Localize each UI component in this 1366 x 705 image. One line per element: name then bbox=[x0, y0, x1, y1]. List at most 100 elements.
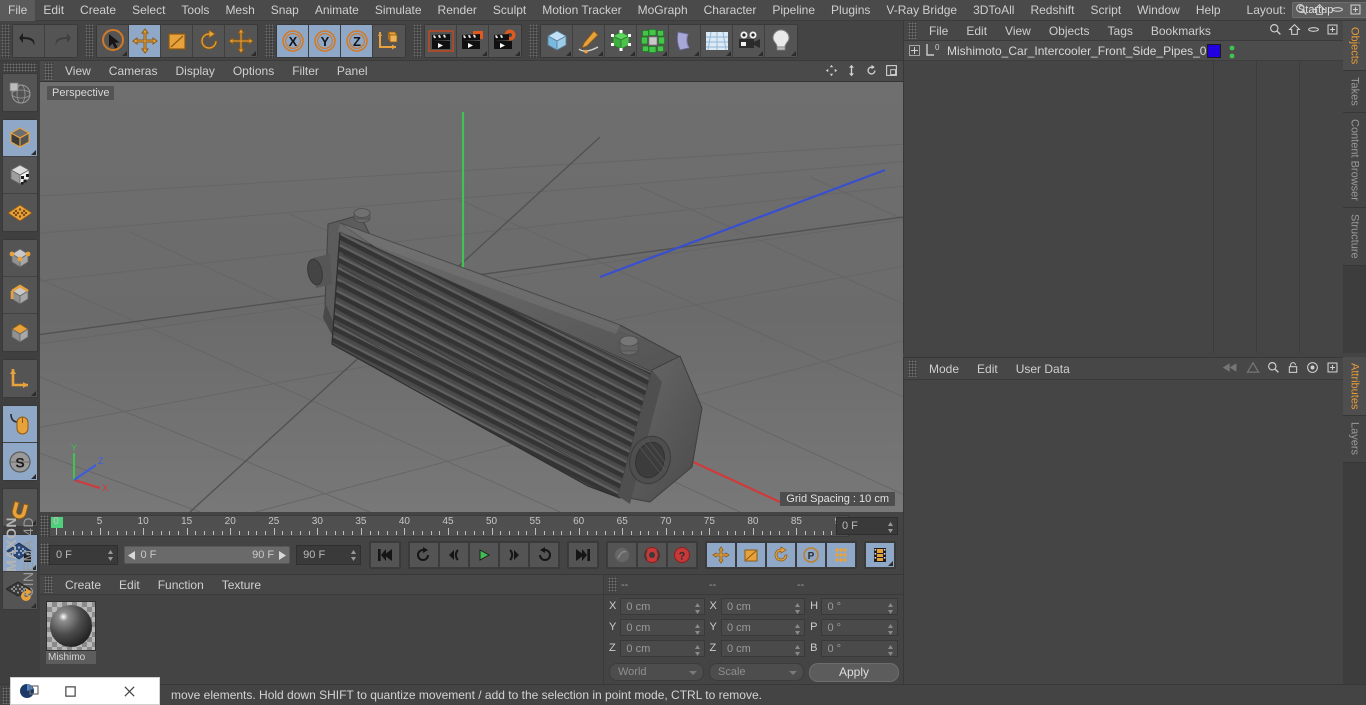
next-keyframe-icon[interactable] bbox=[529, 542, 559, 568]
material-menu-texture[interactable]: Texture bbox=[213, 575, 270, 595]
tab-objects[interactable]: Objects bbox=[1343, 21, 1366, 72]
point-level-animation-icon[interactable] bbox=[826, 542, 856, 568]
rotation-key-icon[interactable] bbox=[766, 542, 796, 568]
timeline-ruler[interactable]: 051015202530354045505560657075808590 bbox=[49, 515, 849, 537]
viewport-menu-cameras[interactable]: Cameras bbox=[100, 61, 167, 82]
menu-item-script[interactable]: Script bbox=[1082, 0, 1129, 21]
lock-z-axis-icon[interactable]: Z bbox=[341, 24, 373, 57]
object-menu-objects[interactable]: Objects bbox=[1040, 21, 1099, 41]
menu-item-vray-bridge[interactable]: V-Ray Bridge bbox=[878, 0, 965, 21]
enable-snapping-icon[interactable]: S bbox=[3, 443, 37, 480]
go-to-start-icon[interactable] bbox=[370, 542, 400, 568]
render-to-picture-viewer-icon[interactable] bbox=[457, 24, 489, 57]
object-menu-edit[interactable]: Edit bbox=[957, 21, 996, 41]
timeline-filmstrip-icon[interactable] bbox=[865, 542, 895, 568]
viewport-menu-filter[interactable]: Filter bbox=[283, 61, 328, 82]
target-icon[interactable] bbox=[1306, 361, 1319, 374]
tab-takes[interactable]: Takes bbox=[1343, 71, 1366, 114]
menu-item-3dtoall[interactable]: 3DToAll bbox=[965, 0, 1022, 21]
object-manager-row[interactable]: 0 Mishimoto_Car_Intercooler_Front_Side_P… bbox=[904, 41, 1343, 61]
material-manager-grip[interactable] bbox=[44, 576, 53, 593]
spinner-icon[interactable] bbox=[107, 550, 114, 561]
viewport-3d-canvas[interactable]: Perspective Grid Spacing : 10 cm Y X Z bbox=[40, 82, 903, 512]
object-menu-bookmarks[interactable]: Bookmarks bbox=[1142, 21, 1220, 41]
attribute-manager-grip[interactable] bbox=[908, 360, 917, 377]
coordinate-system-select[interactable]: World bbox=[609, 663, 704, 681]
object-menu-view[interactable]: View bbox=[996, 21, 1040, 41]
maximize-view-icon[interactable] bbox=[885, 64, 898, 77]
spinner-icon[interactable] bbox=[887, 623, 894, 635]
object-visibility-dots-icon[interactable] bbox=[1229, 45, 1235, 59]
toolbar-grip-4[interactable] bbox=[413, 23, 422, 58]
spinner-icon[interactable] bbox=[694, 644, 701, 656]
redo-icon[interactable] bbox=[45, 24, 77, 57]
spinner-icon[interactable] bbox=[794, 602, 801, 614]
viewport-menu-panel[interactable]: Panel bbox=[328, 61, 377, 82]
tab-layers[interactable]: Layers bbox=[1343, 416, 1366, 463]
object-tag-swatch[interactable] bbox=[1207, 44, 1221, 58]
back-nav-icon[interactable] bbox=[1222, 361, 1239, 374]
apply-button[interactable]: Apply bbox=[809, 662, 899, 682]
coord-size-z-field[interactable]: 0 cm bbox=[720, 639, 806, 657]
scale-key-icon[interactable] bbox=[736, 542, 766, 568]
coord-rotation-b-field[interactable]: 0 ° bbox=[821, 639, 898, 657]
range-right-arrow-icon[interactable] bbox=[278, 550, 287, 560]
object-manager-body[interactable]: 0 Mishimoto_Car_Intercooler_Front_Side_P… bbox=[904, 41, 1343, 353]
coordinates-manager-grip[interactable] bbox=[608, 577, 617, 592]
viewport-menu-grip[interactable] bbox=[44, 62, 53, 80]
tab-attributes[interactable]: Attributes bbox=[1343, 357, 1366, 417]
toolbar-grip-3[interactable] bbox=[265, 23, 274, 58]
spline-pen-icon[interactable] bbox=[573, 24, 605, 57]
lock-y-axis-icon[interactable]: Y bbox=[309, 24, 341, 57]
timeline-range-bar[interactable]: 0 F 90 F bbox=[124, 546, 291, 564]
close-window-button[interactable] bbox=[100, 685, 159, 698]
autokeying-icon[interactable] bbox=[607, 542, 637, 568]
coord-rotation-h-field[interactable]: 0 ° bbox=[821, 597, 898, 615]
viewport-menu-display[interactable]: Display bbox=[166, 61, 223, 82]
spinner-icon[interactable] bbox=[794, 623, 801, 635]
nurbs-generator-icon[interactable] bbox=[605, 24, 637, 57]
search-icon[interactable] bbox=[1267, 361, 1280, 374]
axis-modification-icon[interactable] bbox=[3, 360, 37, 397]
menu-item-pipeline[interactable]: Pipeline bbox=[764, 0, 823, 21]
search-icon[interactable] bbox=[1269, 23, 1282, 36]
menu-item-select[interactable]: Select bbox=[124, 0, 173, 21]
position-key-icon[interactable] bbox=[706, 542, 736, 568]
menu-item-simulate[interactable]: Simulate bbox=[367, 0, 430, 21]
coord-rotation-p-field[interactable]: 0 ° bbox=[821, 618, 898, 636]
menu-item-motion-tracker[interactable]: Motion Tracker bbox=[534, 0, 629, 21]
texture-mode-icon[interactable] bbox=[3, 157, 37, 194]
model-mode-icon[interactable] bbox=[3, 120, 37, 157]
menu-item-edit[interactable]: Edit bbox=[35, 0, 72, 21]
spinner-icon[interactable] bbox=[887, 522, 894, 533]
move-axis-icon[interactable] bbox=[225, 24, 257, 57]
coord-position-z-field[interactable]: 0 cm bbox=[620, 639, 705, 657]
toolbar-grip[interactable] bbox=[1, 23, 10, 58]
move-tool-icon[interactable] bbox=[129, 24, 161, 57]
world-object-coordinates-icon[interactable] bbox=[373, 24, 405, 57]
menu-item-character[interactable]: Character bbox=[696, 0, 765, 21]
spinner-icon[interactable] bbox=[694, 623, 701, 635]
expand-object-icon[interactable] bbox=[909, 45, 920, 56]
attribute-manager-body[interactable] bbox=[904, 380, 1343, 705]
home-icon[interactable] bbox=[1288, 23, 1301, 36]
lock-x-axis-icon[interactable]: X bbox=[277, 24, 309, 57]
go-to-end-icon[interactable] bbox=[568, 542, 598, 568]
menu-item-window[interactable]: Window bbox=[1129, 0, 1188, 21]
step-back-icon[interactable] bbox=[439, 542, 469, 568]
toolbar-grip-2[interactable] bbox=[85, 23, 94, 58]
tab-content-browser[interactable]: Content Browser bbox=[1343, 113, 1366, 208]
object-menu-tags[interactable]: Tags bbox=[1099, 21, 1142, 41]
material-menu-function[interactable]: Function bbox=[149, 575, 213, 595]
object-menu-file[interactable]: File bbox=[920, 21, 957, 41]
menu-item-plugins[interactable]: Plugins bbox=[823, 0, 878, 21]
lock-icon[interactable] bbox=[1287, 361, 1299, 374]
attribute-menu-edit[interactable]: Edit bbox=[968, 358, 1007, 380]
mograph-array-icon[interactable] bbox=[637, 24, 669, 57]
menu-item-mesh[interactable]: Mesh bbox=[217, 0, 262, 21]
coord-size-x-field[interactable]: 0 cm bbox=[720, 597, 806, 615]
previous-keyframe-icon[interactable] bbox=[409, 542, 439, 568]
viewport-menu-options[interactable]: Options bbox=[224, 61, 283, 82]
attribute-menu-user-data[interactable]: User Data bbox=[1007, 358, 1079, 380]
timeline-start-field[interactable]: 0 F bbox=[49, 545, 119, 565]
